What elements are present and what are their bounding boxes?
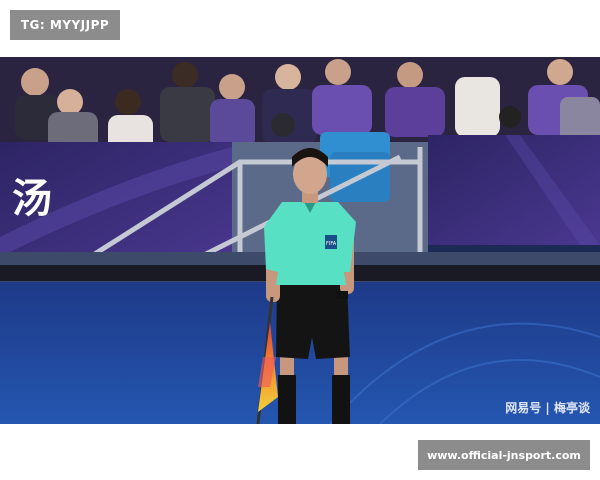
banner-glyph: 汤 xyxy=(12,176,52,222)
site-tag: TG: MYYJJPP xyxy=(10,10,120,40)
source-watermark: 网易号 | 梅亭谈 xyxy=(505,401,590,415)
site-url[interactable]: www.official-jnsport.com xyxy=(418,440,590,470)
stadium-banner-right xyxy=(428,135,600,245)
referee-photo: 汤 FIFA 网易号 | 梅亭谈 xyxy=(0,57,600,424)
svg-text:FIFA: FIFA xyxy=(326,241,337,247)
